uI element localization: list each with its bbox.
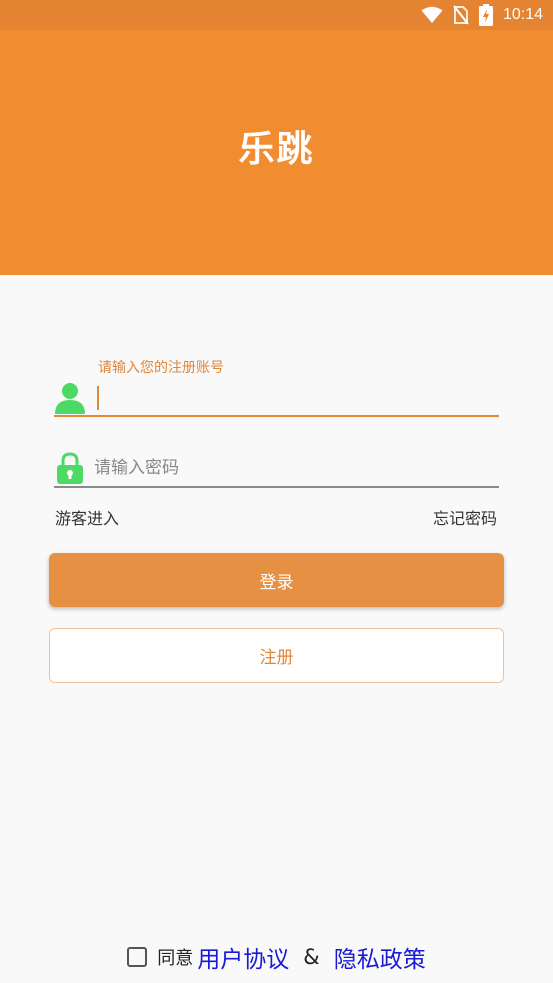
forgot-password-link[interactable]: 忘记密码 — [433, 505, 497, 529]
register-button[interactable]: 注册 — [49, 628, 504, 683]
no-sim-icon — [453, 5, 469, 25]
privacy-policy-link[interactable]: 隐私政策 — [334, 940, 426, 974]
agree-prefix: 同意 — [157, 948, 194, 969]
battery-charging-icon — [478, 4, 493, 26]
password-input[interactable] — [94, 454, 494, 482]
text-cursor — [97, 386, 99, 410]
guest-login-link[interactable]: 游客进入 — [55, 505, 119, 529]
password-underline — [54, 486, 499, 488]
wifi-icon — [421, 6, 443, 23]
header-banner: 乐跳 — [0, 30, 553, 275]
login-button[interactable]: 登录 — [49, 553, 504, 607]
user-agreement-link[interactable]: 用户协议 — [197, 940, 289, 974]
user-icon — [55, 383, 85, 414]
account-floating-label: 请输入您的注册账号 — [98, 360, 224, 376]
account-field[interactable]: 请输入您的注册账号 — [54, 352, 499, 420]
app-logo: 乐跳 — [238, 129, 315, 170]
agreement-checkbox[interactable] — [127, 947, 148, 967]
password-field[interactable] — [54, 450, 499, 490]
agreement-row: 同意 用户协议 & 隐私政策 — [0, 940, 553, 974]
account-underline — [54, 415, 499, 417]
agreement-separator: & — [303, 945, 320, 969]
status-time: 10:14 — [502, 6, 543, 23]
lock-icon — [57, 452, 83, 484]
status-bar: 10:14 — [0, 0, 553, 30]
